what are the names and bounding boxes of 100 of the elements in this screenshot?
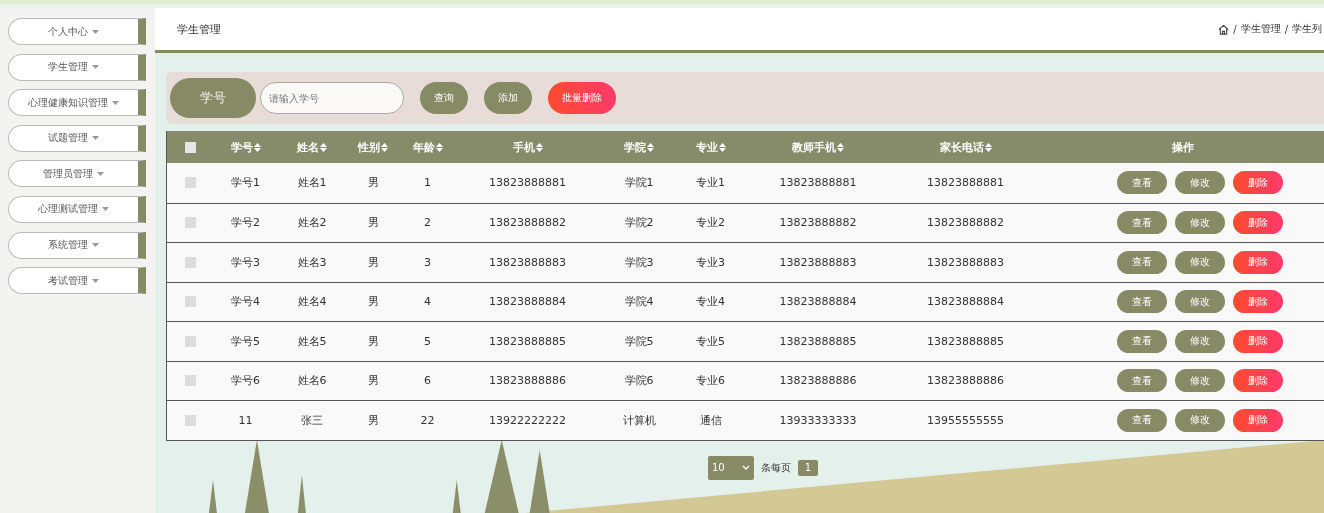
sidebar-item[interactable]: 学生管理: [8, 53, 146, 81]
row-action-button[interactable]: 修改: [1175, 250, 1225, 274]
row-checkbox[interactable]: [184, 256, 196, 268]
breadcrumb-separator: /: [1233, 23, 1237, 35]
page-button[interactable]: 1: [798, 459, 818, 476]
delete-button[interactable]: 删除: [1233, 329, 1283, 353]
row-checkbox[interactable]: [184, 375, 196, 387]
table-cell: 学号3: [231, 254, 260, 270]
table-cell: 专业2: [696, 215, 725, 231]
breadcrumb-link[interactable]: 学生管理: [1240, 22, 1281, 36]
table-cell: 1: [424, 176, 431, 190]
column-header[interactable]: 手机: [512, 139, 543, 155]
delete-button[interactable]: 删除: [1233, 290, 1283, 314]
table-cell: 学院3: [624, 254, 654, 270]
table-cell: 5: [424, 334, 431, 348]
table-cell: 专业1: [696, 175, 725, 191]
delete-button[interactable]: 删除: [1233, 211, 1283, 235]
table-cell: 姓名4: [297, 294, 327, 310]
row-action-button[interactable]: 查看: [1117, 408, 1167, 432]
table-cell: 学院4: [624, 294, 654, 310]
table-cell: 13823888884: [927, 295, 1004, 309]
select-all-checkbox[interactable]: [184, 141, 196, 153]
sort-icon[interactable]: [535, 142, 543, 152]
delete-button[interactable]: 删除: [1233, 369, 1283, 393]
toolbar-button[interactable]: 查询: [420, 82, 468, 114]
sort-icon[interactable]: [381, 142, 388, 152]
per-page-label: 条每页: [761, 460, 791, 475]
sidebar-item[interactable]: 考试管理: [8, 267, 146, 295]
row-checkbox[interactable]: [184, 296, 196, 308]
table-cell: 2: [424, 216, 431, 230]
column-header[interactable]: 姓名: [297, 139, 327, 155]
column-header[interactable]: 家长电话: [939, 139, 992, 155]
sort-icon[interactable]: [718, 142, 726, 152]
delete-button[interactable]: 删除: [1233, 250, 1283, 274]
table-cell: 姓名5: [297, 333, 327, 349]
row-action-button[interactable]: 查看: [1117, 329, 1167, 353]
sort-icon[interactable]: [320, 142, 327, 152]
row-action-button[interactable]: 查看: [1117, 369, 1167, 393]
table-cell: 计算机: [622, 412, 656, 428]
delete-button[interactable]: 删除: [1233, 171, 1283, 195]
batch-delete-button[interactable]: 批量删除: [548, 82, 616, 114]
sidebar-item[interactable]: 个人中心: [8, 18, 146, 45]
row-action-button[interactable]: 查看: [1117, 290, 1167, 314]
row-action-button[interactable]: 修改: [1175, 369, 1225, 393]
table-cell: 学号5: [231, 333, 260, 349]
home-icon[interactable]: [1218, 23, 1230, 35]
row-checkbox[interactable]: [184, 335, 196, 347]
table-cell: 4: [424, 295, 431, 309]
sort-icon[interactable]: [837, 142, 844, 152]
column-header[interactable]: 专业: [695, 139, 726, 155]
table-cell: 男: [367, 254, 379, 270]
table-cell: 13823888881: [779, 176, 857, 190]
table-cell: 学院1: [624, 175, 654, 191]
sidebar-item[interactable]: 心理健康知识管理: [8, 89, 146, 117]
row-action-button[interactable]: 查看: [1117, 250, 1167, 274]
sort-icon[interactable]: [253, 142, 261, 152]
table-cell: 姓名3: [297, 254, 327, 270]
row-action-button[interactable]: 修改: [1175, 211, 1225, 235]
table-cell: 3: [424, 255, 431, 269]
sidebar-item[interactable]: 管理员管理: [8, 160, 146, 188]
sidebar-item[interactable]: 系统管理: [8, 231, 146, 259]
table-cell: 学号6: [231, 373, 260, 389]
table-cell: 13823888886: [927, 374, 1004, 388]
sidebar-item[interactable]: 心理测试管理: [8, 195, 146, 223]
row-checkbox[interactable]: [184, 414, 196, 426]
table-cell: 通信: [699, 412, 722, 428]
column-header[interactable]: 年龄: [412, 139, 443, 155]
table-cell: 姓名6: [297, 373, 327, 389]
table-cell: 男: [367, 373, 379, 389]
row-action-button[interactable]: 修改: [1175, 408, 1225, 432]
sort-icon[interactable]: [647, 142, 654, 152]
row-action-button[interactable]: 修改: [1175, 171, 1225, 195]
caret-icon: [92, 136, 99, 141]
tree-shape: [452, 480, 461, 513]
caret-icon: [92, 29, 99, 34]
sort-icon[interactable]: [984, 142, 992, 152]
breadcrumb-link[interactable]: 学生列: [1292, 22, 1322, 36]
table-cell: 13823888882: [927, 216, 1004, 230]
row-action-button[interactable]: 查看: [1117, 171, 1167, 195]
delete-button[interactable]: 删除: [1233, 408, 1283, 432]
page-size-select[interactable]: 10: [708, 455, 754, 480]
search-field[interactable]: 请输入学号: [260, 82, 404, 114]
row-action-button[interactable]: 修改: [1175, 329, 1225, 353]
column-header[interactable]: 教师手机: [792, 139, 844, 155]
row-checkbox[interactable]: [184, 177, 196, 189]
row-action-button[interactable]: 修改: [1175, 290, 1225, 314]
sidebar-item[interactable]: 试题管理: [8, 124, 146, 152]
sort-icon[interactable]: [435, 142, 443, 152]
table-cell: 13823888886: [779, 374, 857, 388]
table-cell: 13823888885: [489, 334, 566, 348]
row-action-button[interactable]: 查看: [1117, 211, 1167, 235]
toolbar-button[interactable]: 添加: [484, 82, 532, 114]
table-cell: 13955555555: [927, 413, 1004, 427]
column-header[interactable]: 学院: [624, 139, 654, 155]
table-cell: 11: [238, 413, 253, 427]
column-header[interactable]: 学号: [230, 139, 261, 155]
row-checkbox[interactable]: [184, 217, 196, 229]
table-cell: 13933333333: [779, 413, 857, 427]
column-header[interactable]: 性别: [358, 139, 388, 155]
table-cell: 专业6: [696, 373, 725, 389]
